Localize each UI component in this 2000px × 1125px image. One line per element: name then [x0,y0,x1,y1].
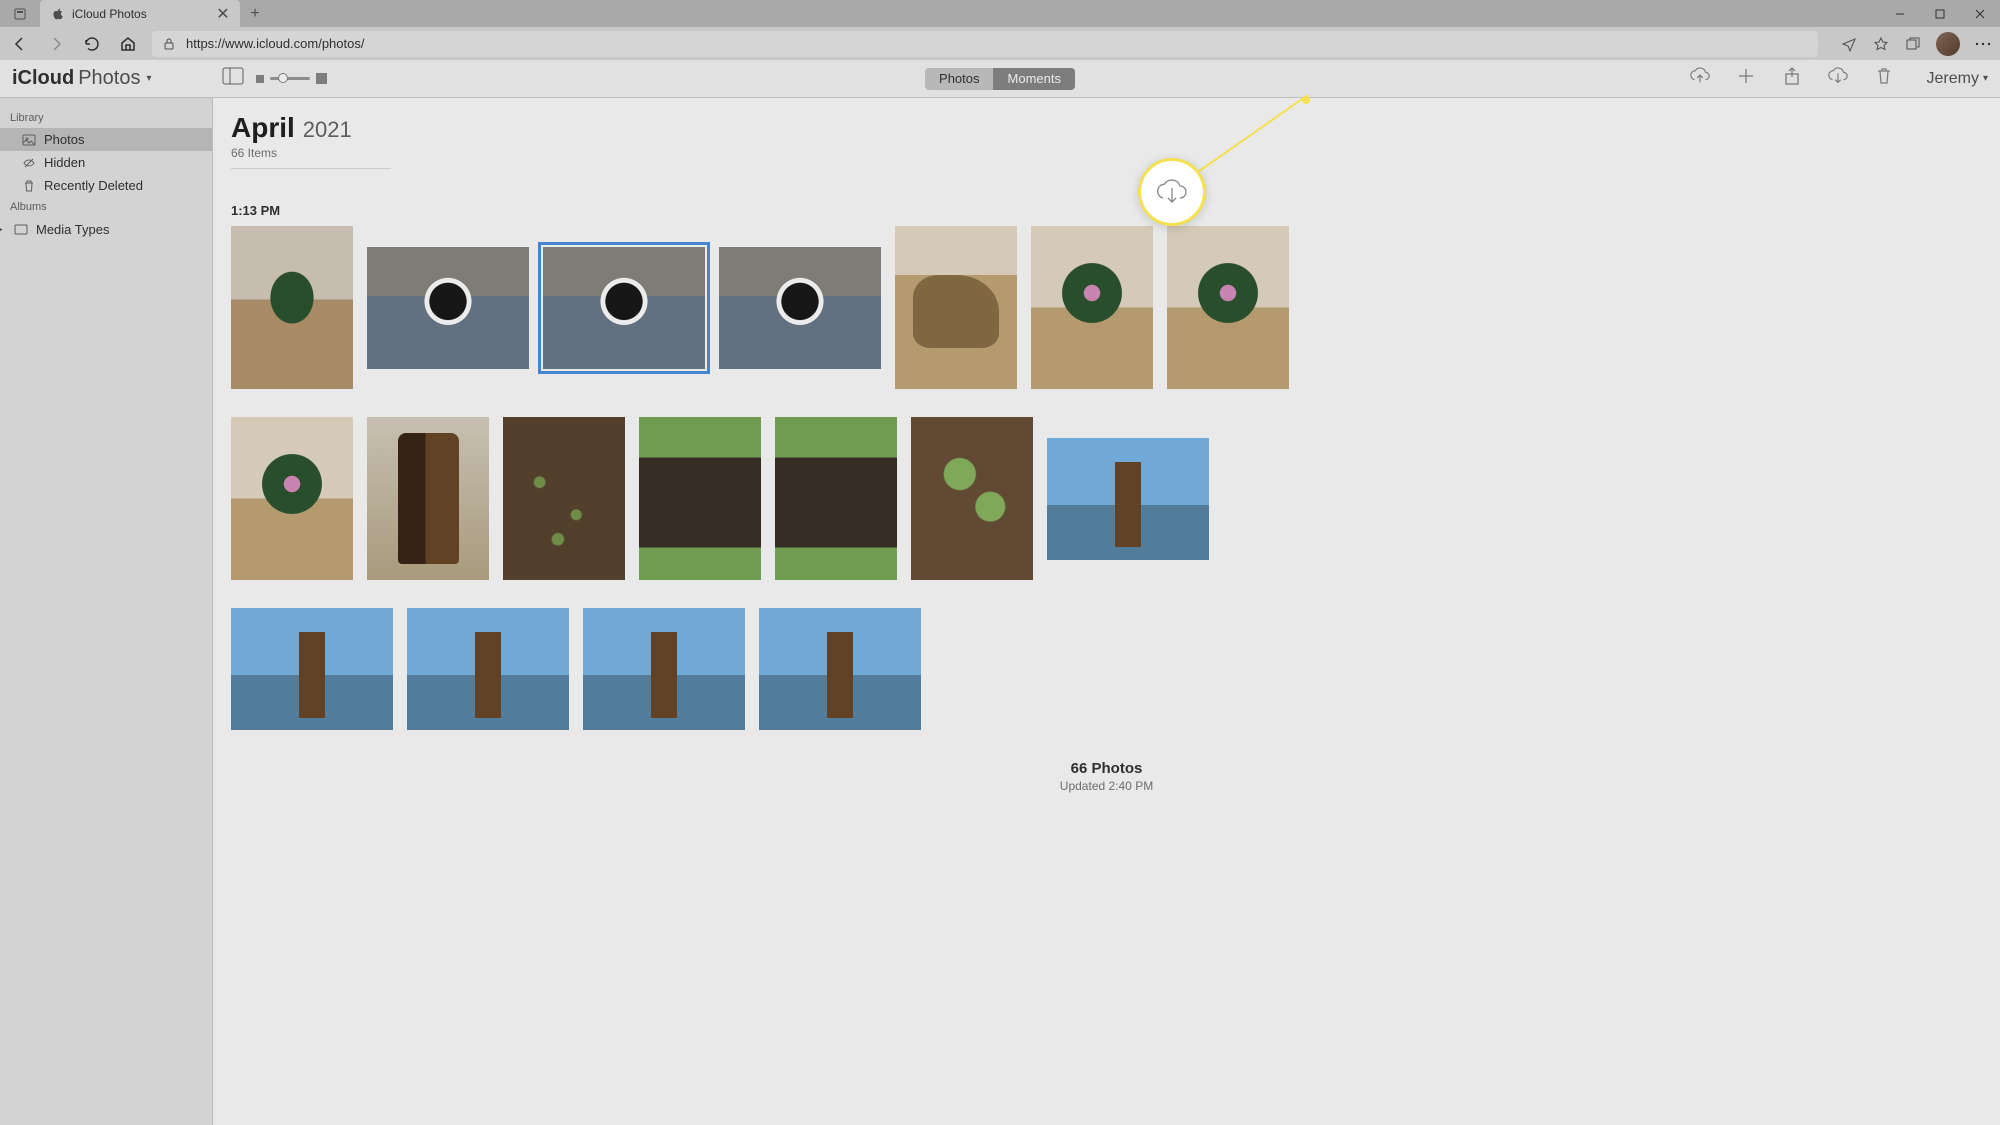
lock-icon [162,37,176,51]
back-button[interactable] [8,32,32,56]
photo-thumb[interactable] [231,608,393,730]
divider [231,168,391,169]
zoom-small-icon [256,75,264,83]
hidden-icon [22,156,36,170]
user-menu[interactable]: Jeremy ▾ [1927,70,1988,88]
sidebar-header-library: Library [0,108,212,128]
photo-thumb[interactable] [367,247,529,369]
sidebar-item-recently-deleted[interactable]: Recently Deleted [0,174,212,197]
profile-avatar[interactable] [1936,32,1960,56]
url-text: https://www.icloud.com/photos/ [186,36,364,51]
delete-button[interactable] [1873,66,1895,91]
photo-thumb[interactable] [895,226,1017,389]
download-button[interactable] [1827,66,1849,91]
menu-icon[interactable] [1974,35,1992,53]
cloud-download-icon [1154,177,1190,207]
sidebar-item-photos[interactable]: Photos [0,128,212,151]
refresh-button[interactable] [80,32,104,56]
photo-thumb[interactable] [231,226,353,389]
app-header: iCloud Photos ▾ Photos Moments Jeremy ▾ [0,60,2000,98]
callout-dot [1302,96,1310,104]
photo-thumb[interactable] [719,247,881,369]
browser-tab[interactable]: iCloud Photos ✕ [40,0,240,27]
add-button[interactable] [1735,66,1757,91]
chevron-right-icon: ▸ [0,221,6,237]
zoom-slider[interactable] [256,73,327,84]
photo-thumb[interactable] [407,608,569,730]
favorite-icon[interactable] [1872,35,1890,53]
photo-thumb[interactable] [503,417,625,580]
upload-button[interactable] [1689,66,1711,91]
photo-thumb[interactable] [1047,438,1209,560]
photo-thumb[interactable] [1031,226,1153,389]
browser-tab-bar: iCloud Photos ✕ + [0,0,2000,27]
photo-thumb[interactable] [775,417,897,580]
sidebar-toggle-button[interactable] [222,67,244,90]
callout-highlight [1138,158,1206,226]
photo-thumb[interactable] [911,417,1033,580]
forward-button[interactable] [44,32,68,56]
sidebar-header-albums: Albums [0,197,212,217]
tab-close-icon[interactable]: ✕ [216,7,230,21]
minimize-button[interactable] [1880,0,1920,27]
chevron-down-icon: ▾ [1983,73,1988,84]
time-group-label: 1:13 PM [231,203,1982,218]
tab-title: iCloud Photos [72,7,216,21]
folder-icon [14,222,28,236]
url-input[interactable]: https://www.icloud.com/photos/ [152,31,1818,57]
collections-icon[interactable] [1904,35,1922,53]
content-area: April 2021 66 Items 1:13 PM [213,98,2000,1125]
sidebar: Library Photos Hidden Recently Deleted A… [0,98,213,1125]
photo-thumb[interactable] [639,417,761,580]
photo-thumb-selected[interactable] [543,247,705,369]
tab-moments[interactable]: Moments [994,68,1075,90]
send-tab-icon[interactable] [1840,35,1858,53]
view-segmented-control: Photos Moments [925,68,1075,90]
apple-icon [50,7,64,21]
app-title-menu[interactable]: iCloud Photos ▾ [12,67,152,90]
close-window-button[interactable] [1960,0,2000,27]
tab-actions-icon[interactable] [0,0,40,27]
address-bar: https://www.icloud.com/photos/ [0,27,2000,60]
chevron-down-icon: ▾ [146,73,151,84]
sidebar-item-media-types[interactable]: ▸ Media Types [0,217,212,241]
photo-thumb[interactable] [367,417,489,580]
sidebar-item-hidden[interactable]: Hidden [0,151,212,174]
footer-info: 66 Photos Updated 2:40 PM [231,760,1982,793]
maximize-button[interactable] [1920,0,1960,27]
home-button[interactable] [116,32,140,56]
photos-icon [22,133,36,147]
tab-photos[interactable]: Photos [925,68,993,90]
new-tab-button[interactable]: + [240,0,270,27]
date-header: April 2021 [231,112,1982,144]
item-count: 66 Items [231,146,1982,160]
photo-thumb[interactable] [1167,226,1289,389]
photo-thumb[interactable] [759,608,921,730]
share-button[interactable] [1781,66,1803,91]
photo-thumb[interactable] [231,417,353,580]
trash-icon [22,179,36,193]
zoom-large-icon [316,73,327,84]
photo-thumb[interactable] [583,608,745,730]
